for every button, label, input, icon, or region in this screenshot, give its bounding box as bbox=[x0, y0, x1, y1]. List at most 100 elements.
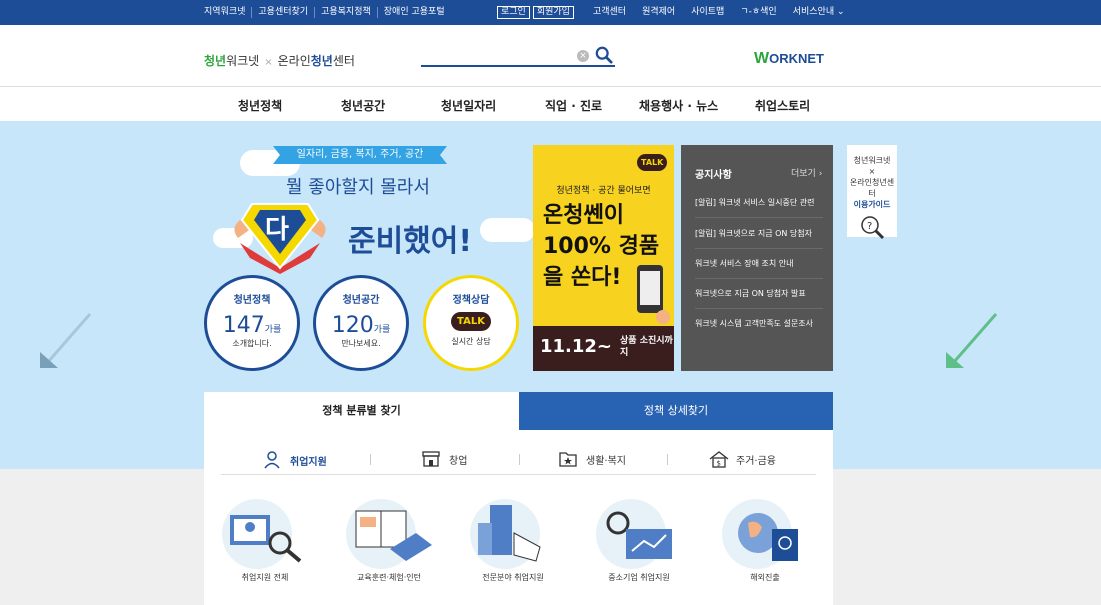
link-find-employment-center[interactable]: 고용센터찾기 bbox=[251, 7, 314, 18]
sme-illustration[interactable] bbox=[596, 499, 672, 569]
circle-number: 120가를 bbox=[316, 313, 406, 338]
category-label: 주거·금융 bbox=[736, 455, 776, 467]
logo-youth2-text: 청년 bbox=[310, 54, 333, 68]
building-hand-icon bbox=[478, 505, 541, 562]
nav-recruit-news[interactable]: 채용행사 · 뉴스 bbox=[639, 97, 718, 114]
nav-job-career[interactable]: 직업 · 진로 bbox=[545, 97, 602, 114]
event-prize-note: 상품 소진시까지 bbox=[620, 336, 673, 358]
gear-chart-icon bbox=[606, 511, 672, 559]
banner-footer: 11.12~ 상품 소진시까지 bbox=[533, 326, 674, 371]
divider bbox=[370, 454, 371, 465]
svg-text:$: $ bbox=[717, 460, 721, 468]
policy-count-unit: 가를 bbox=[264, 325, 282, 335]
usage-guide-box[interactable]: 청년워크넷 × 온라인청년센터 이용가이드 ? bbox=[847, 145, 897, 240]
link-regional-worknet[interactable]: 지역워크넷 bbox=[204, 7, 251, 18]
search-icon[interactable] bbox=[595, 46, 613, 64]
youth-space-circle[interactable]: 청년공간 120가를 만나보세요. bbox=[313, 275, 409, 371]
monitor-magnifier-icon bbox=[230, 515, 302, 563]
circle-sub: 만나보세요. bbox=[341, 339, 381, 348]
category-housing-finance[interactable]: $ 주거·금융 bbox=[708, 450, 776, 468]
banner-line-2: 100% 경품 bbox=[543, 234, 660, 259]
policy-finder-card: 정책 분류별 찾기 정책 상세찾기 취업지원 창업 생활·복지 $ 주거·금융 … bbox=[204, 392, 833, 605]
link-remote-control[interactable]: 원격제어 bbox=[642, 6, 675, 19]
category-startup[interactable]: 창업 bbox=[421, 450, 467, 468]
notice-title: 공지사항 bbox=[695, 170, 732, 181]
tab-detail-search[interactable]: 정책 상세찾기 bbox=[519, 392, 833, 430]
house-dollar-icon: $ bbox=[709, 451, 729, 468]
guide-line-2: × bbox=[868, 167, 876, 176]
top-utility-bar: 지역워크넷 고용센터찾기 고용복지정책 장애인 고용포털 로그인 회원가입 고객… bbox=[0, 0, 1101, 25]
space-count-unit: 가를 bbox=[373, 325, 391, 335]
space-count: 120 bbox=[331, 313, 374, 338]
site-header: 청년워크넷 × 온라인청년센터 × WORKNET bbox=[0, 25, 1101, 87]
notice-item[interactable]: 워크넷 서비스 장애 조치 안내 bbox=[695, 258, 823, 279]
education-illustration[interactable] bbox=[346, 499, 432, 569]
notice-item[interactable]: 워크넷으로 지금 ON 당첨자 발표 bbox=[695, 288, 823, 309]
category-job-support[interactable]: 취업지원 bbox=[262, 450, 327, 470]
item-label[interactable]: 중소기업 취업지원 bbox=[584, 572, 694, 583]
notice-more-link[interactable]: 더보기 › bbox=[791, 166, 822, 179]
guide-line-4: 이용가이드 bbox=[853, 200, 891, 209]
category-life-welfare[interactable]: 생활·복지 bbox=[558, 450, 626, 468]
kakao-talk-icon: TALK bbox=[637, 154, 668, 171]
top-right-links: 로그인 회원가입 고객센터 원격제어 사이트맵 ㄱ-ㅎ색인 서비스안내 ⌄ bbox=[497, 6, 845, 19]
nav-job-story[interactable]: 취업스토리 bbox=[755, 97, 810, 114]
banner-line-1: 온청쎈이 bbox=[543, 203, 624, 228]
link-sitemap[interactable]: 사이트맵 bbox=[691, 6, 724, 19]
youth-worknet-logo[interactable]: 청년워크넷 × 온라인청년센터 bbox=[204, 52, 355, 69]
nav-youth-jobs[interactable]: 청년일자리 bbox=[441, 97, 496, 114]
logo-online-text: 온라인 bbox=[277, 54, 311, 68]
prev-slide-arrow-icon[interactable] bbox=[38, 312, 98, 372]
tab-category-search[interactable]: 정책 분류별 찾기 bbox=[204, 392, 519, 430]
item-label[interactable]: 교육훈련·체험·인턴 bbox=[334, 572, 444, 583]
item-label[interactable]: 해외진출 bbox=[710, 572, 820, 583]
notice-item[interactable]: 워크넷 시스템 고객만족도 설문조사 bbox=[695, 318, 823, 338]
job-support-illustration[interactable] bbox=[222, 499, 302, 569]
link-employment-welfare-policy[interactable]: 고용복지정책 bbox=[314, 7, 377, 18]
circle-sub: 실시간 상담 bbox=[451, 337, 491, 346]
circle-number: 147가를 bbox=[207, 313, 297, 338]
clear-icon[interactable]: × bbox=[577, 50, 589, 62]
join-button[interactable]: 회원가입 bbox=[532, 6, 574, 19]
banner-subtitle: 청년정책 · 공간 물어보면 bbox=[556, 186, 651, 196]
login-button[interactable]: 로그인 bbox=[497, 6, 530, 19]
logo-separator: × bbox=[264, 57, 273, 68]
link-disabled-employment-portal[interactable]: 장애인 고용포털 bbox=[376, 7, 451, 18]
folder-star-icon bbox=[559, 452, 577, 467]
worknet-logo-rest: ORKNET bbox=[769, 51, 824, 66]
next-slide-arrow-icon[interactable] bbox=[944, 312, 1004, 372]
notice-item[interactable]: [알림] 워크넷으로 지금 ON 당첨자 bbox=[695, 228, 823, 249]
item-label[interactable]: 전문분야 취업지원 bbox=[458, 572, 568, 583]
service-guide-label: 서비스안내 bbox=[792, 7, 835, 17]
item-label[interactable]: 취업지원 전체 bbox=[210, 572, 320, 583]
logo-worknet-text: 워크넷 bbox=[226, 54, 260, 68]
book-handshake-icon bbox=[355, 510, 432, 561]
link-customer-center[interactable]: 고객센터 bbox=[593, 6, 626, 19]
store-icon bbox=[422, 451, 440, 467]
cloud-decoration bbox=[480, 218, 535, 242]
notice-item[interactable]: [알림] 워크넷 서비스 일시중단 관련 bbox=[695, 197, 823, 218]
nav-youth-space[interactable]: 청년공간 bbox=[341, 97, 385, 114]
hero-headline-2: 준비했어! bbox=[348, 224, 473, 259]
worknet-logo[interactable]: WORKNET bbox=[754, 50, 824, 68]
circle-title: 청년정책 bbox=[233, 295, 271, 306]
specialist-illustration[interactable] bbox=[470, 499, 541, 569]
worknet-logo-w: W bbox=[754, 50, 770, 67]
category-label: 창업 bbox=[449, 455, 468, 467]
youth-policy-circle[interactable]: 청년정책 147가를 소개합니다. bbox=[204, 275, 300, 371]
event-date: 11.12~ bbox=[540, 336, 613, 357]
circle-sub: 소개합니다. bbox=[232, 339, 272, 348]
guide-line-3: 온라인청년센터 bbox=[849, 178, 895, 198]
category-label: 취업지원 bbox=[290, 456, 327, 468]
kakao-talk-icon: TALK bbox=[451, 312, 491, 331]
search-field[interactable]: × bbox=[421, 45, 615, 67]
service-guide-dropdown[interactable]: 서비스안내 ⌄ bbox=[793, 6, 845, 19]
divider bbox=[667, 454, 668, 465]
link-index[interactable]: ㄱ-ㅎ색인 bbox=[740, 6, 776, 19]
overseas-illustration[interactable] bbox=[722, 499, 798, 569]
policy-chat-circle[interactable]: 정책상담 TALK 실시간 상담 bbox=[423, 275, 519, 371]
nav-youth-policy[interactable]: 청년정책 bbox=[238, 97, 282, 114]
job-person-icon bbox=[264, 451, 280, 469]
event-banner[interactable]: TALK 청년정책 · 공간 물어보면 온청쎈이 100% 경품 을 쏜다! 1… bbox=[533, 145, 674, 371]
circle-title: 청년공간 bbox=[342, 295, 380, 306]
